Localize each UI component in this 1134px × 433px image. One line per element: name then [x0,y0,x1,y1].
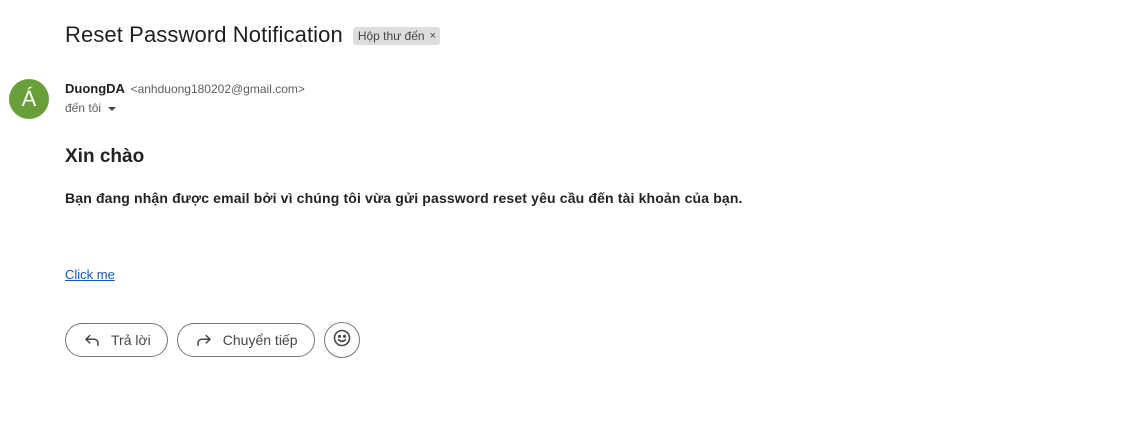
forward-icon [195,331,213,349]
email-greeting: Xin chào [65,146,145,167]
emoji-reaction-button[interactable] [323,322,360,358]
message-actions: Trả lời Chuyển tiếp [65,322,360,358]
recipient-details-toggle[interactable]: đến tôi [65,101,117,115]
sender-name[interactable]: DuongDA [65,81,125,96]
forward-button[interactable]: Chuyển tiếp [176,323,315,357]
reply-button[interactable]: Trả lời [65,323,168,357]
subject-row: Reset Password Notification Hộp thư đến … [65,22,441,48]
email-view: Reset Password Notification Hộp thư đến … [0,0,1134,433]
inbox-label-text: Hộp thư đến [357,29,425,43]
chevron-down-icon[interactable] [108,106,117,111]
email-subject: Reset Password Notification [65,22,343,47]
sender-info: DuongDA <anhduong180202@gmail.com> [65,81,305,97]
inbox-label-chip[interactable]: Hộp thư đến × [352,27,441,45]
recipient-label: đến tôi [65,101,102,115]
reply-label: Trả lời [111,332,151,348]
forward-label: Chuyển tiếp [222,332,298,348]
reset-link[interactable]: Click me [65,267,115,282]
remove-label-icon[interactable]: × [430,29,436,43]
emoji-icon [332,328,352,353]
sender-email: <anhduong180202@gmail.com> [130,82,305,96]
reply-icon [83,331,101,349]
email-message: Bạn đang nhận được email bởi vì chúng tô… [65,190,743,206]
sender-avatar[interactable]: Á [9,79,49,119]
